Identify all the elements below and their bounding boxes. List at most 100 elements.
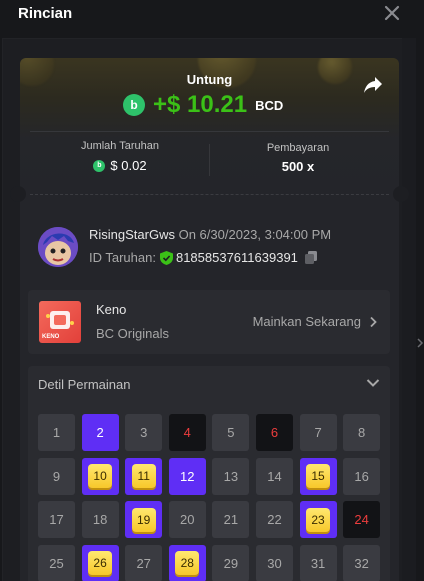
keno-cell-27: 27 — [125, 544, 163, 581]
keno-cell-number: 28 — [175, 551, 200, 575]
play-now-label: Mainkan Sekarang — [252, 314, 361, 329]
keno-cell-number: 3 — [140, 425, 148, 440]
keno-cell-number: 26 — [88, 551, 113, 575]
keno-cell-6: 6 — [255, 414, 293, 451]
game-details-panel: Detil Permainan 1 2 3 4 5 6 7 8 9 10 11 12 13 14 15 16 1… — [28, 366, 390, 581]
bet-amount-label: Jumlah Taruhan — [80, 140, 160, 152]
keno-cell-number: 22 — [267, 512, 282, 527]
keno-cell-number: 31 — [310, 555, 326, 571]
keno-cell-number: 30 — [267, 555, 282, 571]
keno-cell-number: 21 — [223, 512, 239, 527]
keno-cell-13: 13 — [212, 457, 250, 495]
keno-cell-number: 2 — [96, 425, 104, 440]
keno-cell-4: 4 — [168, 414, 206, 451]
bcd-coin-icon: b — [123, 94, 145, 116]
user-line: RisingStarGws On 6/30/2023, 3:04:00 PM — [89, 227, 331, 242]
copy-icon[interactable] — [304, 250, 318, 265]
keno-cell-number: 13 — [223, 468, 239, 484]
keno-cell-number: 11 — [131, 464, 156, 488]
payout-value: 500 x — [281, 159, 315, 174]
keno-cell-number: 23 — [306, 507, 331, 532]
keno-cell-number: 14 — [267, 468, 282, 484]
username[interactable]: RisingStarGws — [89, 227, 175, 242]
keno-cell-number: 25 — [49, 555, 64, 571]
keno-cell-5: 5 — [212, 414, 250, 451]
keno-cell-23: 23 — [299, 501, 337, 538]
keno-cell-22: 22 — [255, 501, 293, 538]
ticket-notch — [393, 186, 409, 202]
keno-cell-28: 28 — [168, 544, 206, 581]
keno-cell-number: 20 — [180, 512, 195, 527]
keno-cell-9: 9 — [38, 457, 75, 495]
game-provider: BC Originals — [96, 326, 169, 341]
keno-cell-18: 18 — [81, 501, 119, 538]
keno-cell-24: 24 — [343, 501, 381, 538]
bet-amount: b $ 0.02 — [70, 158, 170, 173]
profit-value: +$ 10.21 — [153, 91, 248, 118]
keno-cell-number: 7 — [314, 425, 322, 440]
keno-thumbnail: KENO — [39, 301, 81, 343]
keno-cell-32: 32 — [343, 544, 381, 581]
profit-currency: BCD — [255, 97, 284, 113]
keno-cell-12: 12 — [168, 457, 206, 495]
ticket-notch — [10, 186, 26, 202]
keno-cell-11: 11 — [125, 457, 163, 495]
keno-cell-number: 1 — [52, 425, 61, 440]
keno-cell-number: 19 — [131, 507, 156, 532]
play-now-link[interactable]: Mainkan Sekarang — [253, 314, 379, 329]
keno-cell-number: 27 — [136, 555, 151, 571]
divider — [209, 144, 210, 176]
keno-cell-26: 26 — [81, 544, 119, 581]
keno-cell-number: 4 — [183, 425, 191, 440]
profit-label: Untung — [186, 72, 233, 87]
divider — [30, 131, 389, 132]
keno-cell-number: 18 — [92, 512, 108, 527]
keno-cell-16: 16 — [343, 457, 381, 495]
modal-header: Rincian — [0, 0, 424, 32]
keno-cell-20: 20 — [168, 501, 206, 538]
keno-cell-number: 17 — [49, 512, 64, 527]
scroll-arrow-icon[interactable] — [416, 338, 424, 348]
keno-cell-number: 6 — [270, 425, 279, 440]
keno-cell-21: 21 — [212, 501, 250, 538]
bet-id-line: ID Taruhan: 81858537611639391 — [89, 250, 318, 265]
keno-cell-19: 19 — [125, 501, 163, 538]
profit-hero: Untung b +$ 10.21 BCD Jumlah Taruhan b $… — [20, 58, 399, 193]
payout-label: Pembayaran — [266, 142, 330, 154]
chevron-down-icon[interactable] — [366, 378, 380, 388]
bet-timestamp: On 6/30/2023, 3:04:00 PM — [178, 227, 332, 242]
modal-title: Rincian — [18, 5, 73, 22]
keno-cell-31: 31 — [299, 544, 337, 581]
keno-cell-2: 2 — [81, 414, 119, 451]
close-icon[interactable] — [382, 3, 402, 23]
game-name: Keno — [96, 302, 127, 317]
ticket-divider — [30, 194, 389, 195]
keno-cell-8: 8 — [343, 414, 381, 451]
keno-cell-14: 14 — [255, 457, 293, 495]
keno-cell-10: 10 — [81, 457, 119, 495]
keno-cell-number: 8 — [358, 425, 366, 440]
keno-cell-number: 9 — [52, 468, 61, 484]
bet-amount-value: $ 0.02 — [110, 158, 147, 173]
keno-cell-number: 15 — [306, 464, 331, 488]
bcd-coin-icon: b — [93, 159, 106, 172]
keno-cell-25: 25 — [38, 544, 75, 581]
chevron-right-icon — [370, 316, 377, 327]
game-panel[interactable]: KENO Keno BC Originals Mainkan Sekarang — [28, 290, 390, 354]
avatar[interactable] — [38, 227, 78, 267]
keno-cell-17: 17 — [38, 501, 75, 538]
keno-cell-number: 10 — [88, 464, 113, 488]
avatar-image — [38, 227, 78, 267]
scrollbar-track[interactable] — [402, 38, 416, 581]
keno-cell-29: 29 — [212, 544, 250, 581]
share-icon[interactable] — [363, 76, 383, 94]
bet-id-value: 81858537611639391 — [175, 250, 298, 265]
keno-cell-number: 16 — [354, 468, 369, 484]
keno-cell-number: 29 — [223, 555, 239, 571]
keno-cell-3: 3 — [125, 414, 163, 451]
keno-cell-number: 5 — [227, 425, 235, 440]
profit-row: b +$ 10.21 BCD — [123, 90, 283, 120]
keno-cell-number: 24 — [354, 512, 369, 527]
keno-cell-1: 1 — [38, 414, 75, 451]
keno-cell-15: 15 — [299, 457, 337, 495]
